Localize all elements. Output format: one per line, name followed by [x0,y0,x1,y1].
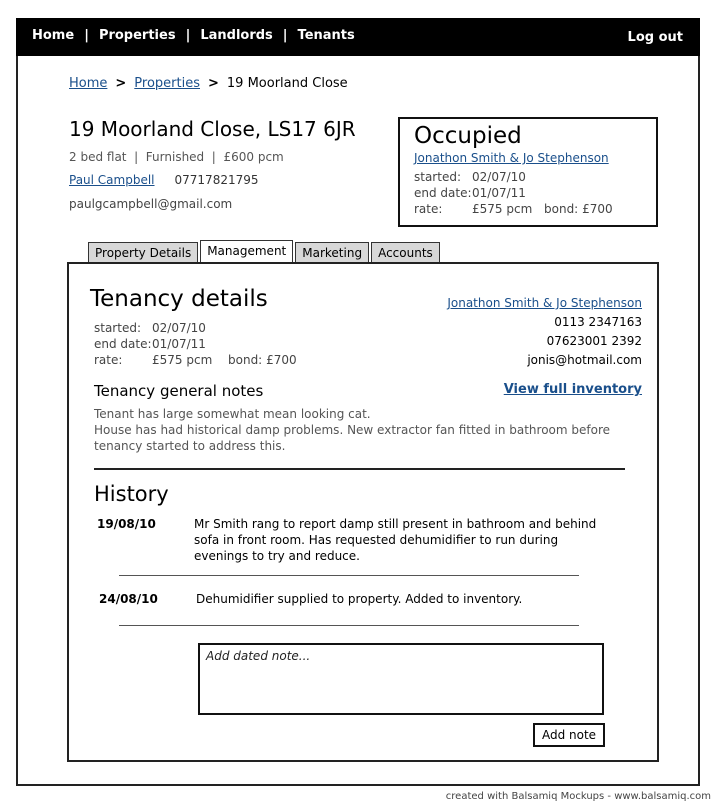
history-divider [119,575,579,576]
nav-landlords[interactable]: Landlords [200,28,272,43]
rate-label: rate: [414,202,443,216]
history-text: Dehumidifier supplied to property. Added… [196,592,523,606]
tenant-phone-2: 07623001 2392 [546,334,642,348]
add-note-button[interactable]: Add note [533,723,605,747]
bond-label: bond: [544,202,579,216]
breadcrumb-properties[interactable]: Properties [134,76,200,91]
rate-label: rate: [94,353,123,367]
landlord-email: paulgcampbell@gmail.com [69,197,233,211]
end-label: end date: [414,186,472,200]
nav-home[interactable]: Home [32,28,74,43]
divider [94,468,625,470]
tab-bar: Property Details Management Marketing Ac… [88,240,440,263]
breadcrumb-current: 19 Moorland Close [226,76,348,91]
landlord-info: Paul Campbell 07717821795 [69,173,259,187]
landlord-phone: 07717821795 [174,173,259,187]
view-inventory-link[interactable]: View full inventory [504,382,642,397]
tab-accounts[interactable]: Accounts [371,242,440,263]
bond-value: £700 [266,353,297,367]
tenant-phone-1: 0113 2347163 [554,315,642,329]
tenant-email: jonis@hotmail.com [527,353,642,367]
property-summary: 2 bed flat | Furnished | £600 pcm [69,150,284,164]
started-value: 02/07/10 [152,321,206,335]
property-address: 19 Moorland Close, LS17 6JR [69,117,356,141]
tab-property-details[interactable]: Property Details [88,242,199,263]
chevron-right-icon: > [115,76,127,91]
occupancy-tenants-link[interactable]: Jonathon Smith & Jo Stephenson [414,151,642,165]
landlord-name-link[interactable]: Paul Campbell [69,173,155,187]
started-label: started: [414,170,461,184]
occupancy-status: Occupied [414,123,522,149]
add-note-textarea[interactable]: Add dated note... [198,643,604,715]
nav-separator: | [84,28,89,43]
breadcrumb: Home > Properties > 19 Moorland Close [69,76,348,91]
main-nav: Home | Properties | Landlords | Tenants [32,28,355,43]
end-value: 01/07/11 [472,186,526,200]
tab-management[interactable]: Management [200,240,294,263]
nav-separator: | [282,28,288,43]
rate-value: £575 pcm [472,202,533,216]
bond-value: £700 [582,202,613,216]
occupancy-box: Occupied Jonathon Smith & Jo Stephenson … [398,117,658,227]
tenancy-notes: Tenant has large somewhat mean looking c… [94,407,611,453]
tenants-link[interactable]: Jonathon Smith & Jo Stephenson [447,296,642,310]
tenant-contact: Jonathon Smith & Jo Stephenson 0113 2347… [447,294,642,370]
history-date: 24/08/10 [99,592,158,606]
history-text: Mr Smith rang to report damp still prese… [194,517,597,563]
breadcrumb-home[interactable]: Home [69,76,107,91]
tenancy-heading: Tenancy details [90,286,268,312]
chevron-right-icon: > [208,76,219,91]
end-value: 01/07/11 [152,337,206,351]
tab-marketing[interactable]: Marketing [295,242,370,263]
history-heading: History [94,482,169,506]
logout-link[interactable]: Log out [628,30,683,45]
started-label: started: [94,321,141,335]
started-value: 02/07/10 [472,170,526,184]
history-divider [119,625,579,626]
rate-value: £575 pcm [152,353,213,367]
history-date: 19/08/10 [97,517,156,531]
nav-separator: | [185,28,191,43]
end-label: end date: [94,337,152,351]
tenancy-dates: started: 02/07/10 end date:01/07/11 rate:… [94,320,297,368]
bond-label: bond: [228,353,263,367]
footer-credit: created with Balsamiq Mockups - www.bals… [445,791,711,802]
nav-properties[interactable]: Properties [99,28,176,43]
nav-tenants[interactable]: Tenants [298,28,355,43]
notes-heading: Tenancy general notes [94,382,264,400]
